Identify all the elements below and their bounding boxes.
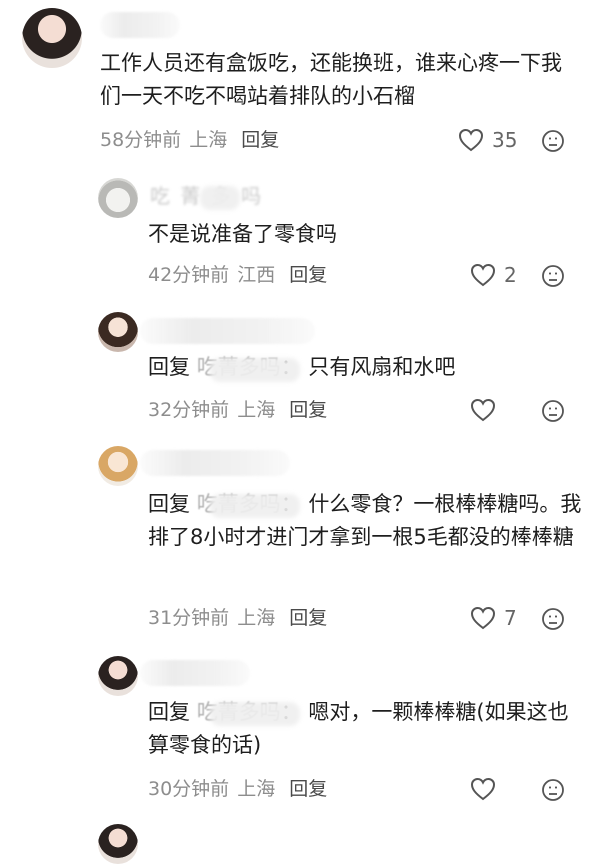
- reply-button[interactable]: 回复: [289, 396, 327, 424]
- heart-outline-icon: [458, 128, 484, 152]
- reply-text: 不是说准备了零食吗: [148, 222, 337, 246]
- reply-prefix: 回复: [148, 700, 190, 724]
- like-button[interactable]: [470, 775, 504, 803]
- like-button[interactable]: 2: [470, 261, 517, 289]
- location: 上海: [237, 778, 276, 800]
- reply-prefix: 回复: [148, 492, 190, 516]
- reply-prefix: 回复: [148, 355, 190, 379]
- reply-meta: 31分钟前 上海 回复: [148, 604, 327, 632]
- avatar[interactable]: [98, 824, 138, 864]
- timestamp: 58分钟前: [100, 129, 182, 151]
- reply-button[interactable]: 回复: [289, 261, 327, 289]
- username-blurred[interactable]: [140, 318, 315, 344]
- like-button[interactable]: 7: [470, 604, 517, 632]
- timestamp: 32分钟前: [148, 399, 230, 421]
- reply-body: 只有风扇和水吧: [308, 355, 456, 379]
- like-count: 7: [504, 606, 517, 630]
- avatar[interactable]: [98, 656, 138, 696]
- blur-overlay: [200, 186, 240, 210]
- like-button[interactable]: 35: [458, 126, 517, 154]
- timestamp: 42分钟前: [148, 264, 230, 286]
- username-blurred[interactable]: [140, 450, 290, 476]
- location: 上海: [189, 129, 228, 151]
- frown-face-icon[interactable]: [541, 129, 565, 153]
- frown-face-icon[interactable]: [541, 607, 565, 631]
- frown-face-icon[interactable]: [541, 264, 565, 288]
- reply-meta: 30分钟前 上海 回复: [148, 775, 327, 803]
- username-blurred[interactable]: [140, 660, 250, 686]
- username-blurred[interactable]: [100, 12, 180, 38]
- like-count: 35: [492, 128, 518, 152]
- like-button[interactable]: [470, 396, 504, 424]
- timestamp: 30分钟前: [148, 778, 230, 800]
- comment-meta: 58分钟前 上海 回复: [100, 126, 279, 154]
- heart-outline-icon: [470, 398, 496, 422]
- heart-outline-icon: [470, 263, 496, 287]
- heart-outline-icon: [470, 777, 496, 801]
- heart-outline-icon: [470, 606, 496, 630]
- reply-meta: 32分钟前 上海 回复: [148, 396, 327, 424]
- avatar[interactable]: [22, 8, 82, 68]
- timestamp: 31分钟前: [148, 607, 230, 629]
- reply-meta: 42分钟前 江西 回复: [148, 261, 327, 289]
- frown-face-icon[interactable]: [541, 399, 565, 423]
- avatar[interactable]: [98, 178, 138, 218]
- blur-overlay: [210, 494, 300, 518]
- avatar[interactable]: [98, 446, 138, 486]
- location: 上海: [237, 607, 276, 629]
- blur-overlay: [210, 702, 300, 726]
- like-count: 2: [504, 263, 517, 287]
- frown-face-icon[interactable]: [541, 778, 565, 802]
- blur-overlay: [210, 358, 300, 382]
- reply-button[interactable]: 回复: [289, 604, 327, 632]
- avatar[interactable]: [98, 312, 138, 352]
- reply-button[interactable]: 回复: [241, 126, 279, 154]
- reply-button[interactable]: 回复: [289, 775, 327, 803]
- location: 上海: [237, 399, 276, 421]
- comment-text: 工作人员还有盒饭吃，还能换班，谁来心疼一下我们一天不吃不喝站着排队的小石榴: [100, 51, 562, 108]
- location: 江西: [237, 264, 276, 286]
